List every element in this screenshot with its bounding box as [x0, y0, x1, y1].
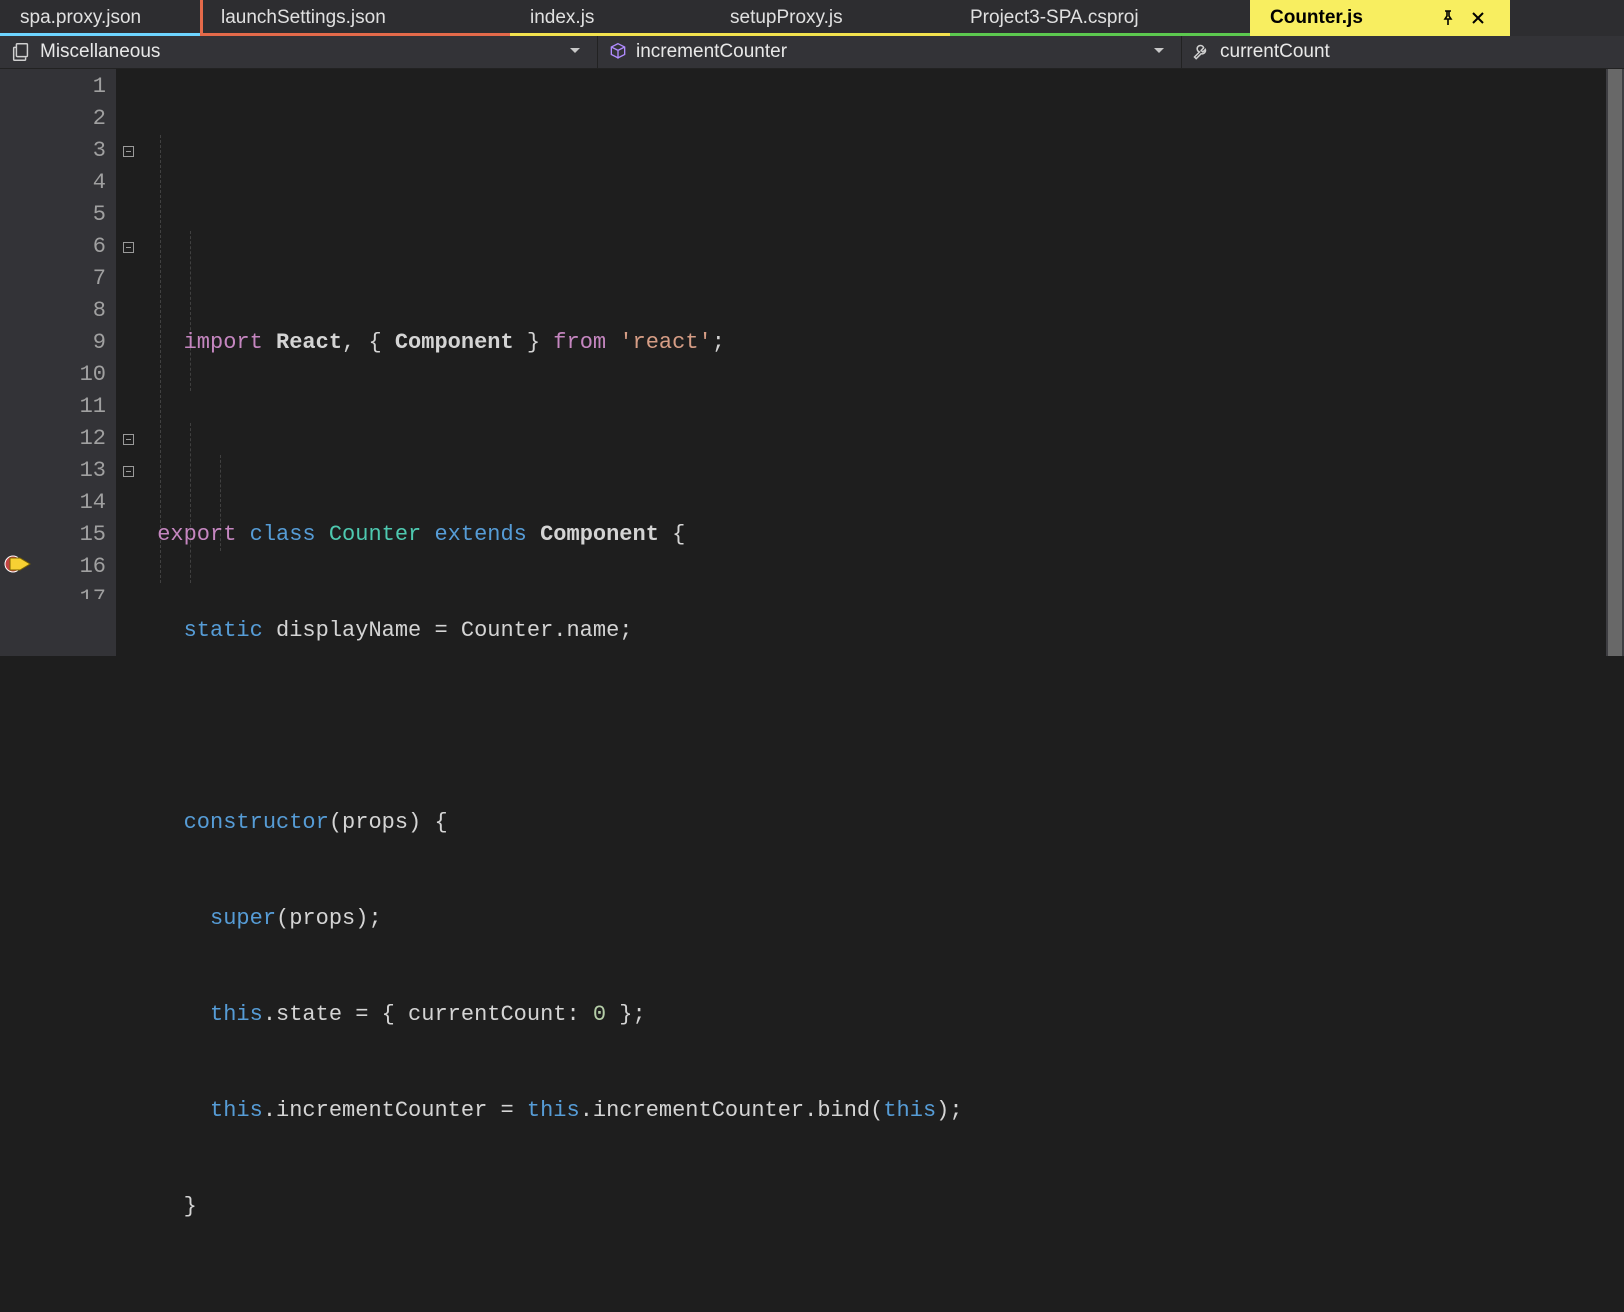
chevron-down-icon — [569, 41, 587, 63]
navigation-bar: Miscellaneous incrementCounter currentCo… — [0, 36, 1624, 69]
code-line: export class Counter extends Component { — [144, 519, 1624, 551]
line-number: 13 — [40, 455, 106, 487]
line-number: 7 — [40, 263, 106, 295]
code-editor[interactable]: 1 2 3 4 5 6 7 8 9 10 11 12 13 14 15 16 1… — [0, 69, 1624, 656]
line-number: 8 — [40, 295, 106, 327]
tab-counter-js[interactable]: Counter.js — [1250, 0, 1510, 36]
code-line: import React, { Component } from 'react'… — [144, 327, 1624, 359]
fold-toggle-icon[interactable] — [123, 434, 134, 445]
tab-setupproxy-js[interactable]: setupProxy.js — [710, 0, 950, 36]
code-line: constructor(props) { — [144, 807, 1624, 839]
fold-toggle-icon[interactable] — [123, 466, 134, 477]
tab-project3-spa-csproj[interactable]: Project3-SPA.csproj — [950, 0, 1250, 36]
tab-label: spa.proxy.json — [20, 7, 141, 29]
tab-label: Project3-SPA.csproj — [970, 7, 1139, 29]
fold-column[interactable] — [116, 69, 140, 656]
member-label: incrementCounter — [636, 41, 787, 63]
vertical-scrollbar[interactable] — [1606, 69, 1624, 656]
files-icon — [10, 41, 32, 63]
fold-toggle-icon[interactable] — [123, 242, 134, 253]
code-line: this.state = { currentCount: 0 }; — [144, 999, 1624, 1031]
code-area[interactable]: import React, { Component } from 'react'… — [140, 69, 1624, 656]
line-number: 6 — [40, 231, 106, 263]
code-line: super(props); — [144, 903, 1624, 935]
line-number: 11 — [40, 391, 106, 423]
line-number: 2 — [40, 103, 106, 135]
field-dropdown[interactable]: currentCount — [1182, 36, 1624, 68]
line-number: 16 — [40, 551, 106, 583]
field-label: currentCount — [1220, 41, 1330, 63]
tab-index-js[interactable]: index.js — [510, 0, 710, 36]
line-number: 5 — [40, 199, 106, 231]
close-icon[interactable] — [1470, 10, 1486, 26]
tab-spa-proxy-json[interactable]: spa.proxy.json — [0, 0, 200, 36]
wrench-icon — [1192, 42, 1212, 62]
method-cube-icon — [608, 42, 628, 62]
line-number: 9 — [40, 327, 106, 359]
line-number: 3 — [40, 135, 106, 167]
tab-bar: spa.proxy.json launchSettings.json index… — [0, 0, 1624, 36]
code-line: } — [144, 1191, 1624, 1223]
glyph-margin[interactable] — [0, 69, 40, 656]
line-number: 10 — [40, 359, 106, 391]
line-number-gutter[interactable]: 1 2 3 4 5 6 7 8 9 10 11 12 13 14 15 16 1… — [40, 69, 116, 656]
line-number: 1 — [40, 71, 106, 103]
code-line — [144, 423, 1624, 455]
code-line — [144, 711, 1624, 743]
tab-label: launchSettings.json — [221, 7, 386, 29]
pin-icon[interactable] — [1440, 10, 1456, 26]
line-number: 17 — [40, 583, 106, 599]
member-dropdown[interactable]: incrementCounter — [598, 36, 1182, 68]
execution-pointer-icon — [4, 553, 30, 573]
tab-label: index.js — [530, 7, 594, 29]
code-line — [144, 1287, 1624, 1312]
scope-dropdown[interactable]: Miscellaneous — [0, 36, 598, 68]
line-number: 4 — [40, 167, 106, 199]
tab-label: setupProxy.js — [730, 7, 843, 29]
chevron-down-icon — [1153, 41, 1171, 63]
tab-launchsettings-json[interactable]: launchSettings.json — [200, 0, 510, 36]
fold-toggle-icon[interactable] — [123, 146, 134, 157]
line-number: 14 — [40, 487, 106, 519]
code-line: static displayName = Counter.name; — [144, 615, 1624, 647]
line-number: 12 — [40, 423, 106, 455]
tab-label: Counter.js — [1270, 7, 1363, 29]
code-line: this.incrementCounter = this.incrementCo… — [144, 1095, 1624, 1127]
scrollbar-thumb[interactable] — [1608, 69, 1622, 656]
line-number: 15 — [40, 519, 106, 551]
scope-label: Miscellaneous — [40, 41, 160, 63]
